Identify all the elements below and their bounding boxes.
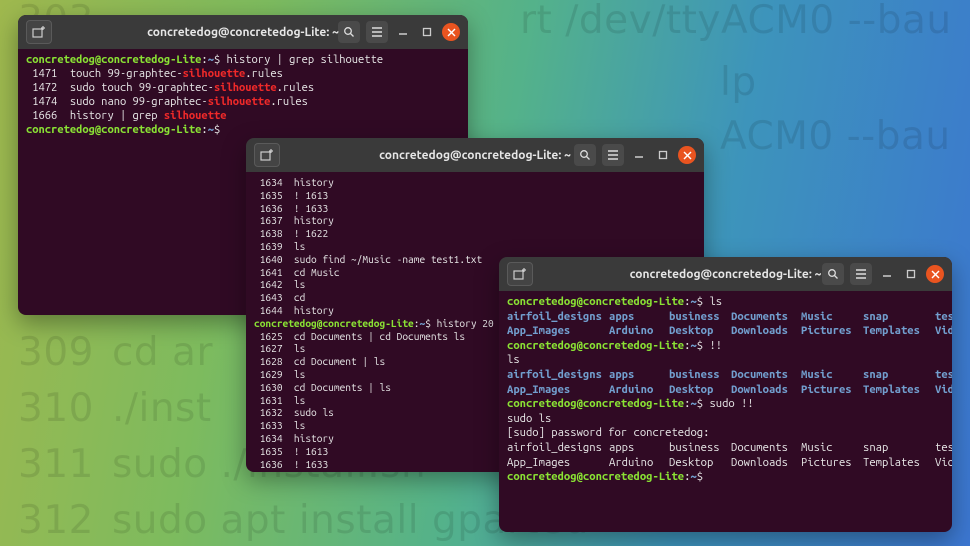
titlebar[interactable]: concretedog@concretedog-Lite: ~	[499, 257, 952, 291]
titlebar[interactable]: concretedog@concretedog-Lite: ~	[18, 15, 468, 49]
hamburger-menu-button[interactable]	[850, 263, 872, 285]
minimize-button[interactable]	[878, 265, 896, 283]
hamburger-menu-button[interactable]	[366, 21, 388, 43]
bg-hist-num: 311	[18, 442, 94, 487]
bg-hist-text: ./inst	[112, 386, 212, 431]
maximize-button[interactable]	[902, 265, 920, 283]
search-button[interactable]	[338, 21, 360, 43]
minimize-button[interactable]	[394, 23, 412, 41]
search-button[interactable]	[574, 144, 596, 166]
bg-hist-num: 309	[18, 330, 94, 375]
bg-hist-num: 310	[18, 386, 94, 431]
new-tab-button[interactable]	[26, 20, 52, 44]
titlebar[interactable]: concretedog@concretedog-Lite: ~	[246, 138, 704, 172]
bg-hist-tail: rt /dev/ttyACM0 --bau	[520, 0, 952, 43]
terminal-body[interactable]: concretedog@concretedog-Lite:~$ lsairfoi…	[499, 291, 952, 532]
maximize-button[interactable]	[418, 23, 436, 41]
close-button[interactable]	[442, 23, 460, 41]
hamburger-menu-button[interactable]	[602, 144, 624, 166]
search-button[interactable]	[822, 263, 844, 285]
bg-hist-tail: lp	[720, 60, 757, 105]
new-tab-button[interactable]	[507, 262, 533, 286]
minimize-button[interactable]	[630, 146, 648, 164]
terminal-window-3[interactable]: concretedog@concretedog-Lite: ~ concrete…	[499, 257, 952, 532]
bg-hist-num: 312	[18, 498, 94, 543]
new-tab-button[interactable]	[254, 143, 280, 167]
maximize-button[interactable]	[654, 146, 672, 164]
close-button[interactable]	[926, 265, 944, 283]
close-button[interactable]	[678, 146, 696, 164]
bg-hist-text: cd ar	[112, 330, 213, 375]
bg-hist-tail: ACM0 --bau	[720, 114, 951, 159]
